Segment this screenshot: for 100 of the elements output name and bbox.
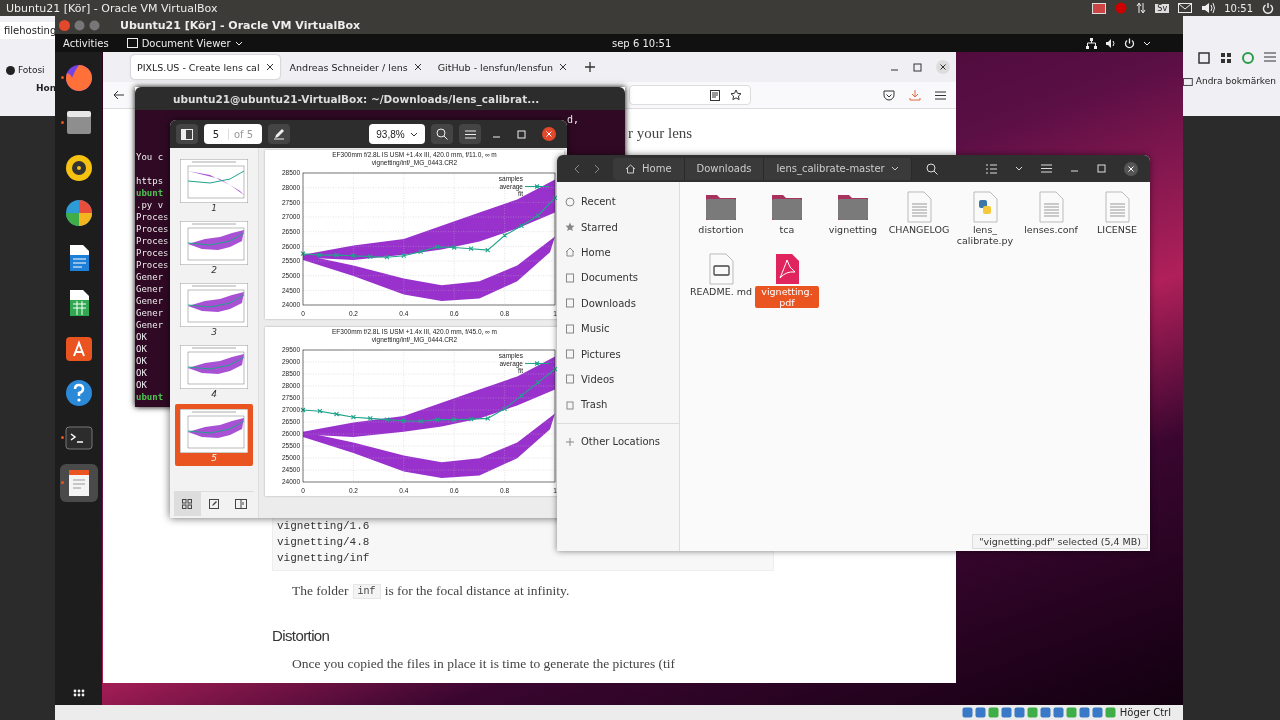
nav-link[interactable]: Hon xyxy=(0,83,55,93)
terminal-line: ubunt xyxy=(136,391,165,403)
sidebar-item[interactable]: Starred xyxy=(557,214,679,240)
minimize-icon[interactable] xyxy=(74,19,85,31)
mail-icon[interactable] xyxy=(1178,3,1193,13)
address-field[interactable] xyxy=(629,85,751,105)
search-button[interactable] xyxy=(431,124,453,144)
file-item[interactable]: CHANGELOG xyxy=(886,190,952,252)
sidebar-item[interactable]: Documents xyxy=(557,265,679,291)
page-field[interactable]: 5 xyxy=(204,128,229,140)
sidebar-icon xyxy=(181,128,193,140)
display-icon[interactable] xyxy=(1092,2,1107,14)
grid-icon[interactable] xyxy=(1220,52,1232,64)
maximize-icon[interactable] xyxy=(913,62,922,72)
file-item[interactable]: LICENSE xyxy=(1084,190,1150,252)
browser-tab[interactable]: Andreas Schneider / lens xyxy=(283,55,428,79)
volume-icon[interactable] xyxy=(1105,37,1116,49)
path-segment[interactable]: lens_calibrate-master xyxy=(764,157,912,180)
download-icon[interactable] xyxy=(909,89,921,101)
reader-icon[interactable] xyxy=(710,89,720,101)
device-icon[interactable] xyxy=(1052,707,1064,718)
thumbnail-item[interactable]: 2 xyxy=(176,218,252,277)
home-icon xyxy=(625,163,636,174)
power-icon[interactable] xyxy=(1262,2,1274,14)
download-icon xyxy=(565,298,575,309)
bookmarks-folder[interactable]: Andra bokmärken xyxy=(1195,76,1276,86)
file-item[interactable]: lens_ calibrate.py xyxy=(952,190,1018,252)
path-segment[interactable]: Downloads xyxy=(684,157,765,180)
caret-icon[interactable] xyxy=(1143,40,1151,46)
thumbnail-item[interactable]: 1 xyxy=(176,156,252,215)
file-item[interactable]: lenses.conf xyxy=(1018,190,1084,252)
path-segment[interactable]: Home xyxy=(613,157,685,180)
inline-code: inf xyxy=(352,583,381,599)
device-icon[interactable] xyxy=(1078,707,1090,718)
sidebar-item[interactable]: Downloads xyxy=(557,290,679,316)
help-app-icon xyxy=(63,378,94,408)
new-tab-icon[interactable] xyxy=(585,62,595,72)
close-icon[interactable] xyxy=(265,63,274,71)
list-view-icon[interactable] xyxy=(986,163,997,174)
power-icon[interactable] xyxy=(1124,37,1135,49)
keyboard-layout[interactable]: Sv xyxy=(1155,3,1170,13)
device-icon[interactable] xyxy=(1000,707,1012,718)
sidebar-item[interactable]: Home xyxy=(557,239,679,266)
sidebar-item[interactable]: Trash xyxy=(557,392,679,418)
device-icon[interactable] xyxy=(1013,707,1025,718)
terminal-line: Gener xyxy=(136,319,165,331)
file-item[interactable]: vignetting. pdf xyxy=(754,252,820,314)
forward-icon[interactable] xyxy=(593,163,601,174)
sidebar-item[interactable]: Videos xyxy=(557,366,679,393)
code-line: vignetting/inf xyxy=(277,551,371,566)
search-icon[interactable] xyxy=(925,162,938,175)
browser-tab[interactable]: PIXLS.US - Create lens cal xyxy=(131,55,280,79)
caret-icon[interactable] xyxy=(1015,166,1023,171)
device-icon[interactable] xyxy=(974,707,986,718)
annotate-button[interactable] xyxy=(268,124,290,144)
pencil-icon xyxy=(209,499,219,509)
star-icon[interactable] xyxy=(730,89,742,101)
file-item[interactable]: README. md xyxy=(688,252,754,314)
bookmark-link[interactable]: Fotosi xyxy=(18,65,45,75)
zoom-dropdown[interactable]: 93,8% xyxy=(369,124,425,144)
close-icon[interactable] xyxy=(936,60,950,74)
close-icon[interactable] xyxy=(559,63,567,71)
dock-item[interactable] xyxy=(59,464,98,502)
close-icon[interactable] xyxy=(413,63,422,71)
picture-icon xyxy=(565,349,575,360)
sidebar-item[interactable]: Recent xyxy=(557,189,679,215)
activities-button[interactable]: Activities xyxy=(63,37,109,49)
sidebar-toggle[interactable] xyxy=(176,124,198,144)
browser-tab[interactable]: filehosting xyxy=(0,22,55,39)
thumbnail-item[interactable]: 4 xyxy=(176,342,252,401)
window-icon xyxy=(126,38,138,48)
back-icon[interactable] xyxy=(113,90,125,100)
device-icon[interactable] xyxy=(961,707,973,718)
close-icon[interactable] xyxy=(542,127,556,141)
browser-tab[interactable]: GitHub - lensfun/lensfun xyxy=(431,55,573,79)
thumbnail-item[interactable]: 5 xyxy=(175,404,253,466)
device-icon[interactable] xyxy=(1039,707,1051,718)
sidebar-item[interactable]: Pictures xyxy=(557,341,679,367)
file-item[interactable]: tca xyxy=(754,190,820,252)
bookmark-icon[interactable] xyxy=(6,65,15,75)
network-icon[interactable] xyxy=(1136,2,1147,14)
clock[interactable]: sep 6 10:51 xyxy=(612,37,672,49)
sidebar-item[interactable]: Music xyxy=(557,315,679,342)
close-icon[interactable] xyxy=(1124,161,1138,176)
plus-icon xyxy=(565,436,575,447)
terminal-line: OK xyxy=(136,343,148,355)
clock[interactable]: 10:51 xyxy=(1224,2,1253,14)
file-item[interactable]: vignetting xyxy=(820,190,886,252)
menu-icon[interactable] xyxy=(935,90,946,100)
folder-icon[interactable] xyxy=(1183,76,1193,86)
menu-button[interactable] xyxy=(459,124,481,144)
file-item[interactable]: distortion xyxy=(688,190,754,252)
device-icon[interactable] xyxy=(1091,707,1103,718)
volume-icon[interactable] xyxy=(1201,2,1216,14)
network-icon[interactable] xyxy=(1086,37,1097,49)
thumbnails-button[interactable] xyxy=(174,492,201,516)
app-menu[interactable]: Document Viewer xyxy=(126,37,243,49)
thumbnail-item[interactable]: 3 xyxy=(176,280,252,339)
paragraph-text: Once you copied the files in place it is time to generate the pictures (tif xyxy=(292,656,677,672)
pocket-icon[interactable] xyxy=(883,89,895,101)
